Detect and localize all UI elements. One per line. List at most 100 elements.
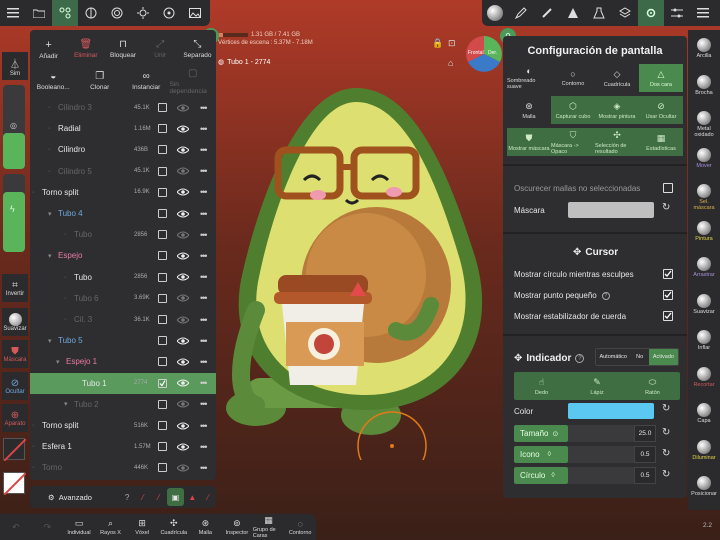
eye-icon[interactable] [177,273,189,281]
color-swatch-primary[interactable] [3,438,26,461]
multires-icon[interactable] [104,0,130,26]
tool-7[interactable]: Suavizar [688,293,720,315]
eye-icon[interactable] [177,400,189,408]
tree-row[interactable]: · Tubo 1 2774 ••• [30,372,216,394]
instance-button[interactable]: ∞ Instanciar [123,66,170,96]
size-reset-icon[interactable]: ↻ [662,427,670,438]
tree-item-checkbox[interactable] [158,251,167,261]
tool-4[interactable]: Sel. máscara [688,184,720,211]
boolean-button[interactable]: ◒ Booleano... [30,66,77,96]
tool-2[interactable]: Metal oxidado [688,111,720,138]
tool-6[interactable]: Arrastrar [688,257,720,278]
more-options-icon[interactable]: ••• [200,421,208,431]
mode-off[interactable]: No [630,349,649,365]
mode-auto[interactable]: Automático [596,349,630,365]
tree-row[interactable]: · Radial 1.16M ••• [30,118,216,139]
tool-5[interactable]: Pintura [688,220,720,242]
tree-row[interactable]: · Torno split 16.9K ••• [30,182,216,203]
more-options-icon[interactable]: ••• [200,463,208,473]
more-options-icon[interactable]: ••• [200,124,208,134]
mask-triangle-icon[interactable]: ▲ [184,493,200,502]
slash-icon-1[interactable]: ⁄ [135,493,151,502]
tree-row[interactable]: ▾ Tubo 5 ••• [30,330,216,351]
stroke-icon[interactable] [534,0,560,26]
lock-icon[interactable]: 🔒 [432,38,443,49]
delete-button[interactable]: 🗑 Eliminar [67,34,104,64]
more-options-icon[interactable]: ••• [200,103,208,113]
eye-icon[interactable] [177,210,189,218]
size-slider[interactable]: ◎ [3,85,25,169]
tree-item-checkbox[interactable] [158,336,167,346]
scene-tree-icon[interactable] [52,0,78,26]
contour-button[interactable]: ◌ Contorno [284,514,316,540]
tree-row[interactable]: ▾ Tubo 2 ••• [30,394,216,415]
outline-toggle[interactable]: ○ Contorno [551,64,595,92]
eye-icon[interactable] [177,358,189,366]
indicator-help-icon[interactable]: ? [575,354,585,363]
highlight-selection-toggle[interactable]: ✣ Selección de resultado [595,128,639,156]
statistics-toggle[interactable]: ▦ Estadísticas [639,128,683,156]
slash-icon-3[interactable]: ⁄ [200,493,216,502]
tree-item-checkbox[interactable] [158,103,167,112]
icon-reset-icon[interactable]: ↻ [662,448,670,459]
tool-3[interactable]: Mover [688,147,720,169]
advanced-button[interactable]: ⚙ Avanzado [30,493,119,502]
darken-unselected-checkbox[interactable] [663,183,673,193]
eye-icon[interactable] [177,443,189,451]
tree-row[interactable]: · Tubo 2856 ••• [30,224,216,245]
undo-button[interactable]: ↶ [0,514,32,540]
hide-button[interactable]: ⊘ Ocultar [2,372,28,400]
mouse-toggle[interactable]: ⬭ Ratón [625,372,680,400]
eye-icon[interactable] [177,167,189,175]
eye-icon[interactable] [177,231,189,239]
help-icon[interactable]: ? [119,493,135,502]
add-button[interactable]: + Añadir [30,34,67,64]
tree-row[interactable]: · Cil. 3 36.1K ••• [30,309,216,330]
grid-toggle[interactable]: ◇ Cuadrícula [595,64,639,92]
eye-icon[interactable] [177,316,189,324]
tree-row[interactable]: · Torno 446K ••• [30,457,216,478]
more-options-icon[interactable]: ••• [200,272,208,282]
more-options-icon[interactable]: ••• [200,378,208,388]
tree-item-checkbox[interactable] [158,463,167,473]
pencil-input-toggle[interactable]: ✎ Lápiz [569,372,625,400]
more-options-icon[interactable]: ••• [200,315,208,325]
layers-icon[interactable] [612,0,638,26]
tree-row[interactable]: ▾ Tubo 4 ••• [30,203,216,224]
size-indicator-slider[interactable]: Tamaño ⊙ 25.0 [514,425,656,442]
tool-10[interactable]: Capa [688,403,720,424]
more-options-icon[interactable]: ••• [200,293,208,303]
more-options-icon[interactable]: ••• [200,399,208,409]
wireframe-button[interactable]: ⊛ Malla [190,514,222,540]
show-paint-toggle[interactable]: ◈ Mostrar pintura [595,96,639,124]
tree-row[interactable]: · Torno split 516K ••• [30,415,216,436]
tree-item-checkbox[interactable] [158,315,167,324]
brush-preview-icon[interactable] [482,0,508,26]
topology-icon[interactable] [78,0,104,26]
folder-icon[interactable] [26,0,52,26]
tree-item-checkbox[interactable] [158,442,167,452]
facegroup-button[interactable]: ▦ Grupo de Caras [253,514,285,540]
pencil-icon[interactable] [508,0,534,26]
eye-icon[interactable] [177,146,189,154]
tree-item-checkbox[interactable] [158,421,167,430]
voxel-button[interactable]: ⊞ Vóxel [126,514,158,540]
fit-icon[interactable]: ⊡ [448,38,456,49]
mode-on[interactable]: Activado [648,349,678,365]
wireframe-toggle[interactable]: ⊛ Malla [507,96,551,124]
light-icon[interactable] [130,0,156,26]
more-options-icon[interactable]: ••• [200,166,208,176]
more-options-icon[interactable]: ••• [200,251,208,261]
tree-item-checkbox[interactable] [158,166,167,176]
tool-menu-icon[interactable] [690,0,716,26]
tree-item-checkbox[interactable] [158,209,167,218]
capture-cube-toggle[interactable]: ⬡ Capturar cubo [551,96,595,124]
tree-item-checkbox[interactable] [158,124,167,134]
tree-item-checkbox[interactable] [158,357,167,367]
lock-button[interactable]: ⊓ Bloquear [104,34,141,64]
eye-icon[interactable] [177,252,189,260]
tree-item-checkbox[interactable] [158,145,167,155]
slash-icon-2[interactable]: ⁄ [151,493,167,502]
settings-gear-icon[interactable] [638,0,664,26]
flask-icon[interactable] [586,0,612,26]
